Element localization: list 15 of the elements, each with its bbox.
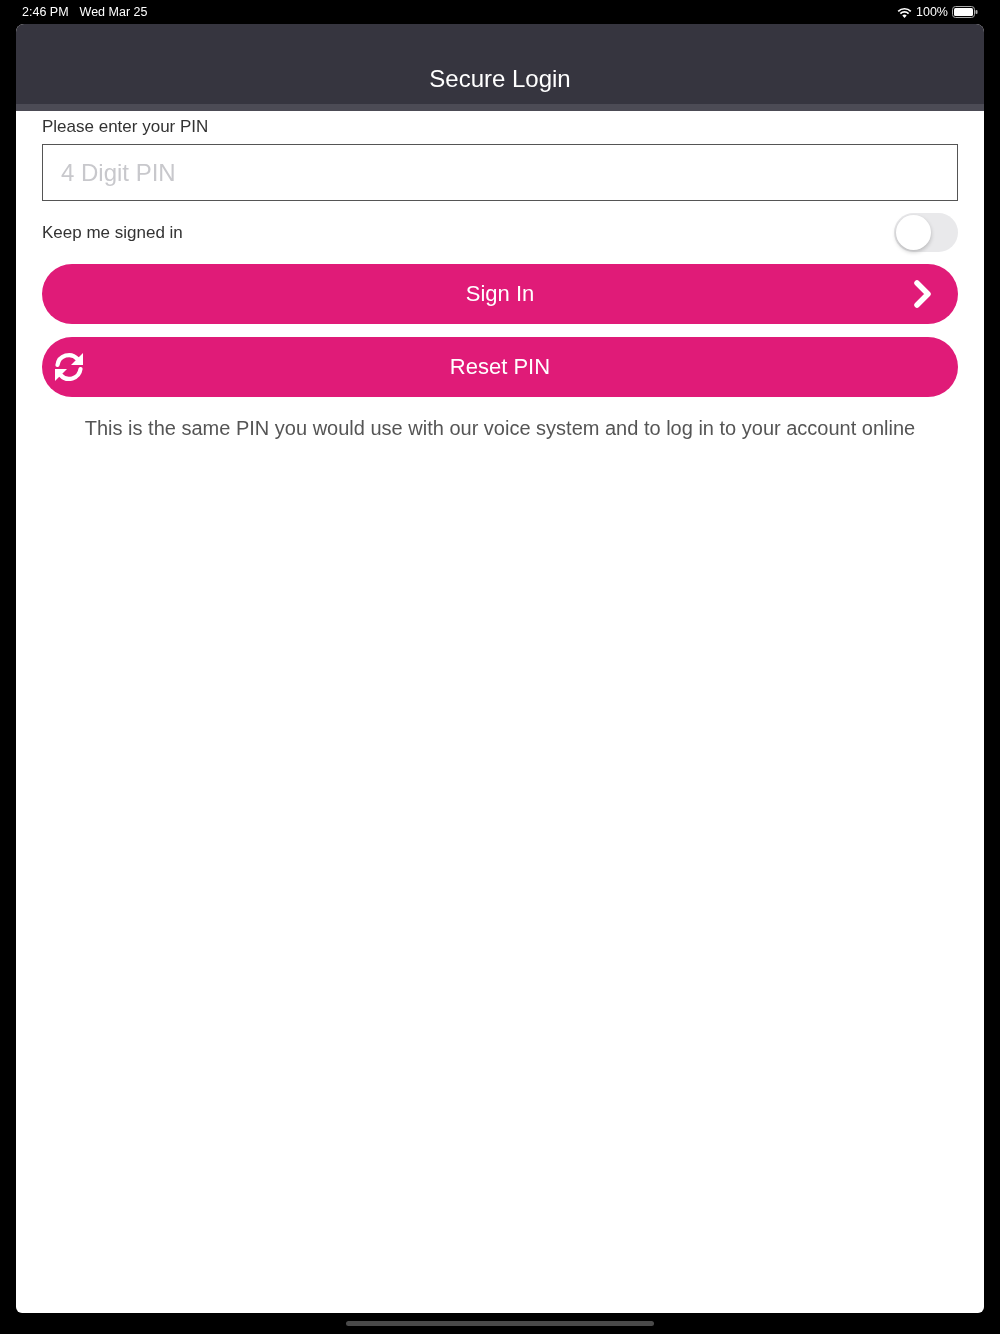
- refresh-icon: [53, 352, 85, 382]
- screen-title: Secure Login: [429, 64, 571, 94]
- home-indicator[interactable]: [346, 1321, 654, 1326]
- field-label: Please enter your PIN: [42, 116, 210, 138]
- wifi-icon: [897, 6, 912, 18]
- reset-pin-button[interactable]: Reset PIN: [42, 337, 958, 397]
- toggle-label: Keep me signed in: [42, 221, 183, 244]
- chevron-icon: [913, 280, 933, 308]
- info-text: This is the same PIN you would use with our voice system and to log in to your account online: [83, 416, 917, 440]
- status-date: Wed Mar 25: [79, 5, 148, 19]
- battery-percent: 100%: [916, 5, 948, 19]
- status-time: 2:46 PM: [22, 5, 69, 19]
- battery-icon: [952, 6, 978, 18]
- toggle-switch[interactable]: [894, 213, 958, 252]
- sign-in-button[interactable]: Sign In: [42, 264, 958, 324]
